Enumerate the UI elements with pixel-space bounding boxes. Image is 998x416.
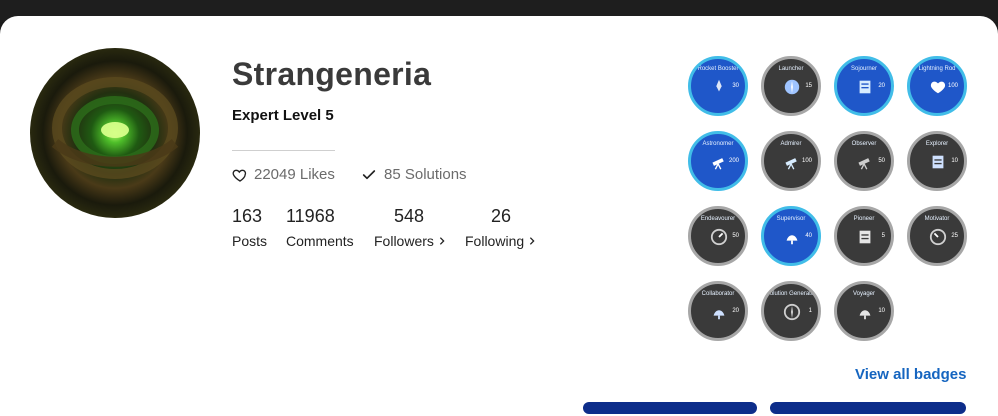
secondary-action-button[interactable]: [770, 402, 966, 414]
heart-icon: [232, 169, 247, 182]
compass-icon: [784, 79, 800, 95]
telescope-icon: [712, 158, 724, 170]
clipboard-icon: [859, 230, 871, 244]
stat-following[interactable]: 26 Following: [465, 206, 537, 249]
comments-label: Comments: [286, 233, 354, 249]
telescope-icon: [858, 158, 870, 170]
expert-level: Expert Level 5: [232, 107, 334, 124]
view-all-badges-link[interactable]: View all badges: [855, 366, 966, 383]
badge-solution-generator[interactable]: Solution Generator 1: [761, 281, 821, 341]
solutions-label: 85 Solutions: [384, 166, 467, 183]
posts-label: Posts: [232, 233, 268, 249]
badge-supervisor[interactable]: Supervisor 40: [761, 206, 821, 266]
notebook-icon: [859, 80, 871, 94]
divider: [232, 150, 335, 151]
following-count: 26: [491, 206, 512, 226]
stat-followers[interactable]: 548 Followers: [374, 206, 447, 249]
chevron-right-icon: [530, 237, 535, 245]
badge-endeavourer[interactable]: Endeavourer 50: [688, 206, 748, 266]
likes-label: 22049 Likes: [254, 166, 335, 183]
primary-action-button[interactable]: [583, 402, 757, 414]
badge-rocket-booster[interactable]: Rocket Booster 30: [688, 56, 748, 116]
check-icon: [362, 169, 376, 179]
following-label: Following: [465, 233, 537, 249]
badge-observer[interactable]: Observer 50: [834, 131, 894, 191]
satellite-dish-icon: [786, 235, 798, 245]
followers-count: 548: [394, 206, 425, 226]
posts-count: 163: [232, 206, 263, 226]
profile-name: Strangeneria: [232, 56, 432, 92]
badge-motivator[interactable]: Motivator 25: [907, 206, 967, 266]
clipboard-icon: [932, 155, 944, 169]
chevron-right-icon: [439, 237, 445, 245]
gauge-icon: [929, 228, 947, 246]
avatar-image-icon: [51, 77, 179, 179]
badge-launcher[interactable]: Launcher 15: [761, 56, 821, 116]
satellite-dish-icon: [713, 310, 725, 320]
badge-voyager[interactable]: Voyager 10: [834, 281, 894, 341]
badge-sojourner[interactable]: Sojourner 20: [834, 56, 894, 116]
badge-pioneer[interactable]: Pioneer 5: [834, 206, 894, 266]
badge-astronomer[interactable]: Astronomer 200: [688, 131, 748, 191]
avatar: [30, 48, 200, 218]
gauge-icon: [710, 228, 728, 246]
heart-badge-icon: [930, 81, 946, 94]
satellite-dish-icon: [859, 310, 871, 320]
badges-grid: Rocket Booster 30 Launcher 15 Sojourner …: [688, 56, 978, 346]
solutions-count: 85 Solutions: [360, 166, 467, 183]
stat-posts[interactable]: 163 Posts: [232, 206, 267, 249]
badge-collaborator[interactable]: Collaborator 20: [688, 281, 748, 341]
compass-icon: [783, 303, 801, 321]
telescope-icon: [785, 158, 797, 170]
comments-count: 11968: [286, 206, 335, 226]
badge-admirer[interactable]: Admirer 100: [761, 131, 821, 191]
followers-label: Followers: [374, 233, 447, 249]
badge-lightning-rod[interactable]: Lightning Rod 100: [907, 56, 967, 116]
stat-comments[interactable]: 11968 Comments: [286, 206, 354, 249]
badge-explorer[interactable]: Explorer 10: [907, 131, 967, 191]
rocket-icon: [716, 79, 722, 92]
likes-count: 22049 Likes: [232, 166, 335, 183]
